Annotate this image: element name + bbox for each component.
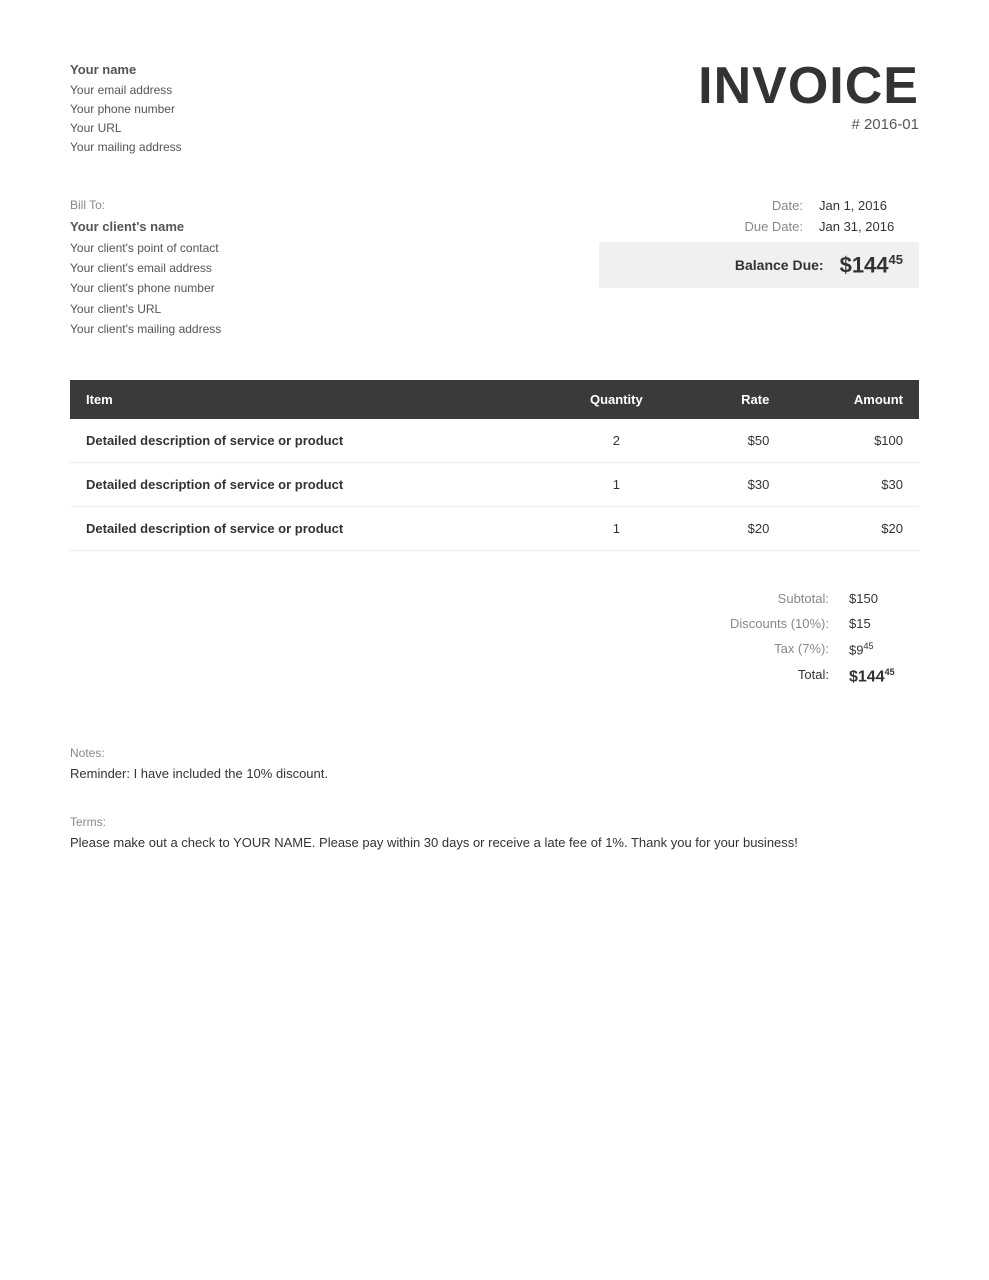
item-amount: $30 xyxy=(785,462,919,506)
table-row: Detailed description of service or produ… xyxy=(70,419,919,463)
client-phone: Your client's phone number xyxy=(70,278,221,298)
item-quantity: 1 xyxy=(547,506,687,550)
table-row: Detailed description of service or produ… xyxy=(70,462,919,506)
terms-section: Terms: Please make out a check to YOUR N… xyxy=(70,815,919,854)
item-rate: $30 xyxy=(686,462,785,506)
invoice-header: Your name Your email address Your phone … xyxy=(70,60,919,158)
item-quantity: 2 xyxy=(547,419,687,463)
total-label: Total: xyxy=(699,667,829,686)
bill-to-label: Bill To: xyxy=(70,198,221,212)
due-date-label: Due Date: xyxy=(744,219,803,234)
item-amount: $100 xyxy=(785,419,919,463)
due-date-value: Jan 31, 2016 xyxy=(819,219,919,234)
balance-due-label: Balance Due: xyxy=(735,257,824,273)
item-description: Detailed description of service or produ… xyxy=(70,419,547,463)
totals-table: Subtotal: $150 Discounts (10%): $15 Tax … xyxy=(619,591,919,697)
item-description: Detailed description of service or produ… xyxy=(70,506,547,550)
item-amount: $20 xyxy=(785,506,919,550)
tax-value: $945 xyxy=(849,641,919,657)
balance-due-row: Balance Due: $14445 xyxy=(599,242,919,288)
bill-section: Bill To: Your client's name Your client'… xyxy=(70,198,919,340)
date-row: Date: Jan 1, 2016 xyxy=(599,198,919,213)
client-email: Your client's email address xyxy=(70,258,221,278)
col-item: Item xyxy=(70,380,547,419)
tax-row: Tax (7%): $945 xyxy=(619,641,919,657)
sender-info: Your name Your email address Your phone … xyxy=(70,60,182,158)
subtotal-value: $150 xyxy=(849,591,919,606)
balance-due-value: $14445 xyxy=(840,252,903,278)
bill-to-block: Bill To: Your client's name Your client'… xyxy=(70,198,221,340)
table-row: Detailed description of service or produ… xyxy=(70,506,919,550)
notes-content: Reminder: I have included the 10% discou… xyxy=(70,764,919,785)
terms-label: Terms: xyxy=(70,815,919,829)
date-value: Jan 1, 2016 xyxy=(819,198,919,213)
client-contact: Your client's point of contact xyxy=(70,238,221,258)
table-header: Item Quantity Rate Amount xyxy=(70,380,919,419)
discounts-row: Discounts (10%): $15 xyxy=(619,616,919,631)
invoice-number: # 2016-01 xyxy=(698,116,919,133)
invoice-title-block: INVOICE # 2016-01 xyxy=(698,60,919,133)
notes-label: Notes: xyxy=(70,746,919,760)
totals-section: Subtotal: $150 Discounts (10%): $15 Tax … xyxy=(70,591,919,697)
client-address: Your client's mailing address xyxy=(70,319,221,339)
item-description: Detailed description of service or produ… xyxy=(70,462,547,506)
sender-name: Your name xyxy=(70,60,182,81)
item-quantity: 1 xyxy=(547,462,687,506)
discounts-label: Discounts (10%): xyxy=(699,616,829,631)
invoice-title: INVOICE xyxy=(698,60,919,112)
discounts-value: $15 xyxy=(849,616,919,631)
sender-email: Your email address xyxy=(70,81,182,100)
client-name: Your client's name xyxy=(70,216,221,238)
total-value: $14445 xyxy=(849,667,919,686)
date-label: Date: xyxy=(772,198,803,213)
dates-balance-block: Date: Jan 1, 2016 Due Date: Jan 31, 2016… xyxy=(599,198,919,340)
due-date-row: Due Date: Jan 31, 2016 xyxy=(599,219,919,234)
total-row: Total: $14445 xyxy=(619,667,919,686)
tax-label: Tax (7%): xyxy=(699,641,829,657)
item-rate: $50 xyxy=(686,419,785,463)
col-rate: Rate xyxy=(686,380,785,419)
subtotal-label: Subtotal: xyxy=(699,591,829,606)
sender-address: Your mailing address xyxy=(70,138,182,157)
col-amount: Amount xyxy=(785,380,919,419)
item-rate: $20 xyxy=(686,506,785,550)
terms-content: Please make out a check to YOUR NAME. Pl… xyxy=(70,833,919,854)
sender-url: Your URL xyxy=(70,119,182,138)
subtotal-row: Subtotal: $150 xyxy=(619,591,919,606)
notes-section: Notes: Reminder: I have included the 10%… xyxy=(70,746,919,785)
col-quantity: Quantity xyxy=(547,380,687,419)
sender-phone: Your phone number xyxy=(70,100,182,119)
client-url: Your client's URL xyxy=(70,299,221,319)
table-body: Detailed description of service or produ… xyxy=(70,419,919,551)
invoice-table: Item Quantity Rate Amount Detailed descr… xyxy=(70,380,919,551)
